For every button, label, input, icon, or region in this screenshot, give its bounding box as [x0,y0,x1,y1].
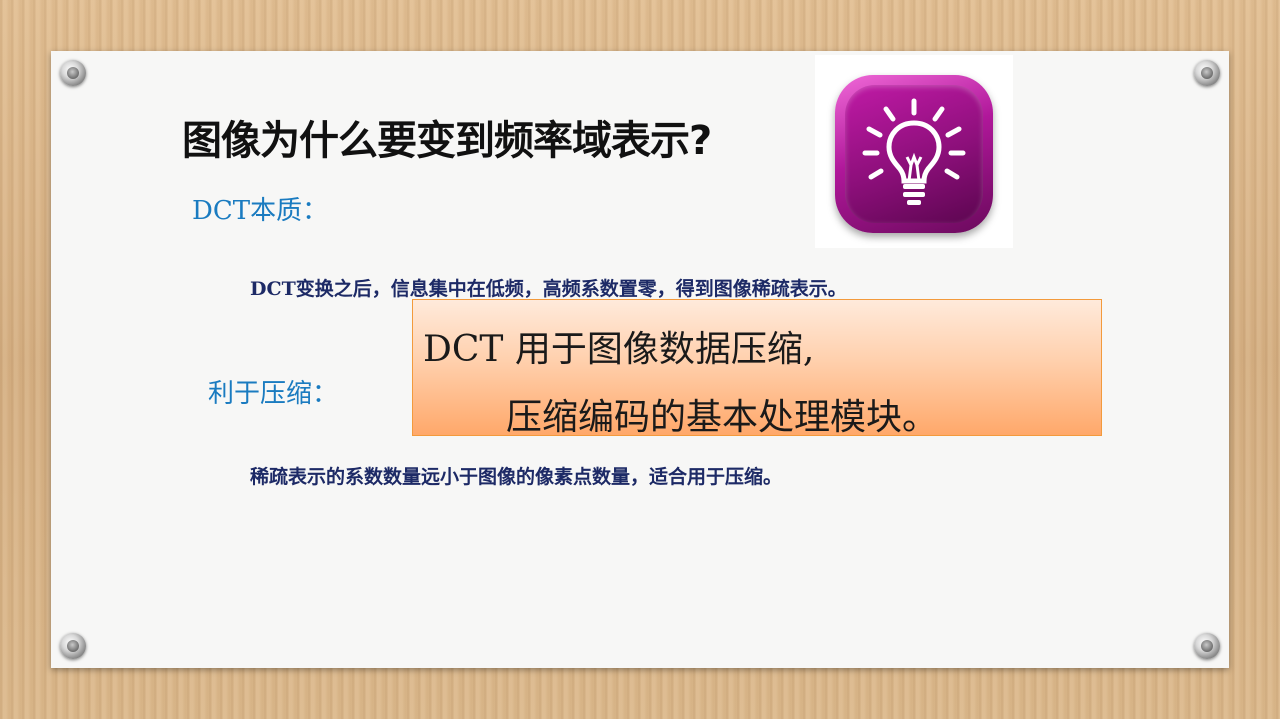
compression-heading: 利于压缩： [208,379,339,409]
dct-essence-text: DCT变换之后，信息集中在低频，高频系数置零，得到图像稀疏表示。 [250,278,847,300]
pushpin-icon [1194,60,1220,86]
slide-title: 图像为什么要变到频率域表示? [182,118,712,164]
callout-line-2: 压缩编码的基本处理模块。 [506,397,939,438]
callout-box: DCT 用于图像数据压缩, 压缩编码的基本处理模块。 [412,299,1102,438]
lightbulb-icon-frame [815,55,1013,248]
pushpin-icon [60,60,86,86]
lightbulb-tile [835,75,993,233]
compression-text: 稀疏表示的系数数量远小于图像的像素点数量，适合用于压缩。 [250,466,783,488]
lightbulb-icon [862,98,966,205]
dct-essence-heading: DCT本质： [192,196,329,226]
pushpin-icon [1194,633,1220,659]
pushpin-icon [60,633,86,659]
callout-line-1: DCT 用于图像数据压缩, [423,329,815,370]
